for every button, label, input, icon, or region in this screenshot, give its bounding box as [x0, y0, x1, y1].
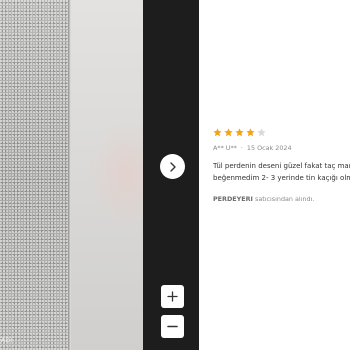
review-date: 15 Ocak 2024: [246, 144, 292, 152]
minus-icon: [167, 325, 178, 328]
seller-name: PERDEYERI: [213, 195, 253, 203]
star-icon: [257, 128, 266, 137]
star-icon: [235, 128, 244, 137]
star-rating: [213, 128, 350, 139]
light-reflection: [88, 120, 143, 230]
meta-separator: ·: [240, 144, 243, 152]
star-icon: [213, 128, 222, 137]
review-meta: A** U** · 15 Ocak 2024: [213, 144, 350, 152]
review-comment-line: beğenmedim 2- 3 yerinde tin kaçığı olm: [213, 174, 350, 182]
review-author: A** U**: [213, 144, 237, 152]
star-icon: [224, 128, 233, 137]
seller-suffix: satıcısından alındı.: [254, 195, 315, 203]
review-comment-line: Tül perdenin deseni güzel fakat taç mar: [213, 162, 350, 170]
plus-icon: [167, 291, 178, 302]
image-viewer: ADI: [0, 0, 199, 350]
sheer-curtain-area: [0, 0, 70, 350]
chevron-right-icon: [169, 161, 176, 172]
photo-corner-text: ADI: [1, 337, 13, 344]
review-comment: Tül perdenin deseni güzel fakat taç mar …: [213, 160, 350, 184]
zoom-out-button[interactable]: [161, 315, 184, 338]
zoom-in-button[interactable]: [161, 285, 184, 308]
review-panel: A** U** · 15 Ocak 2024 Tül perdenin deseni…: [213, 128, 350, 203]
review-photo[interactable]: ADI: [0, 0, 143, 350]
seller-info: PERDEYERI satıcısından alındı.: [213, 195, 350, 203]
next-image-button[interactable]: [160, 154, 185, 179]
star-icon: [246, 128, 255, 137]
